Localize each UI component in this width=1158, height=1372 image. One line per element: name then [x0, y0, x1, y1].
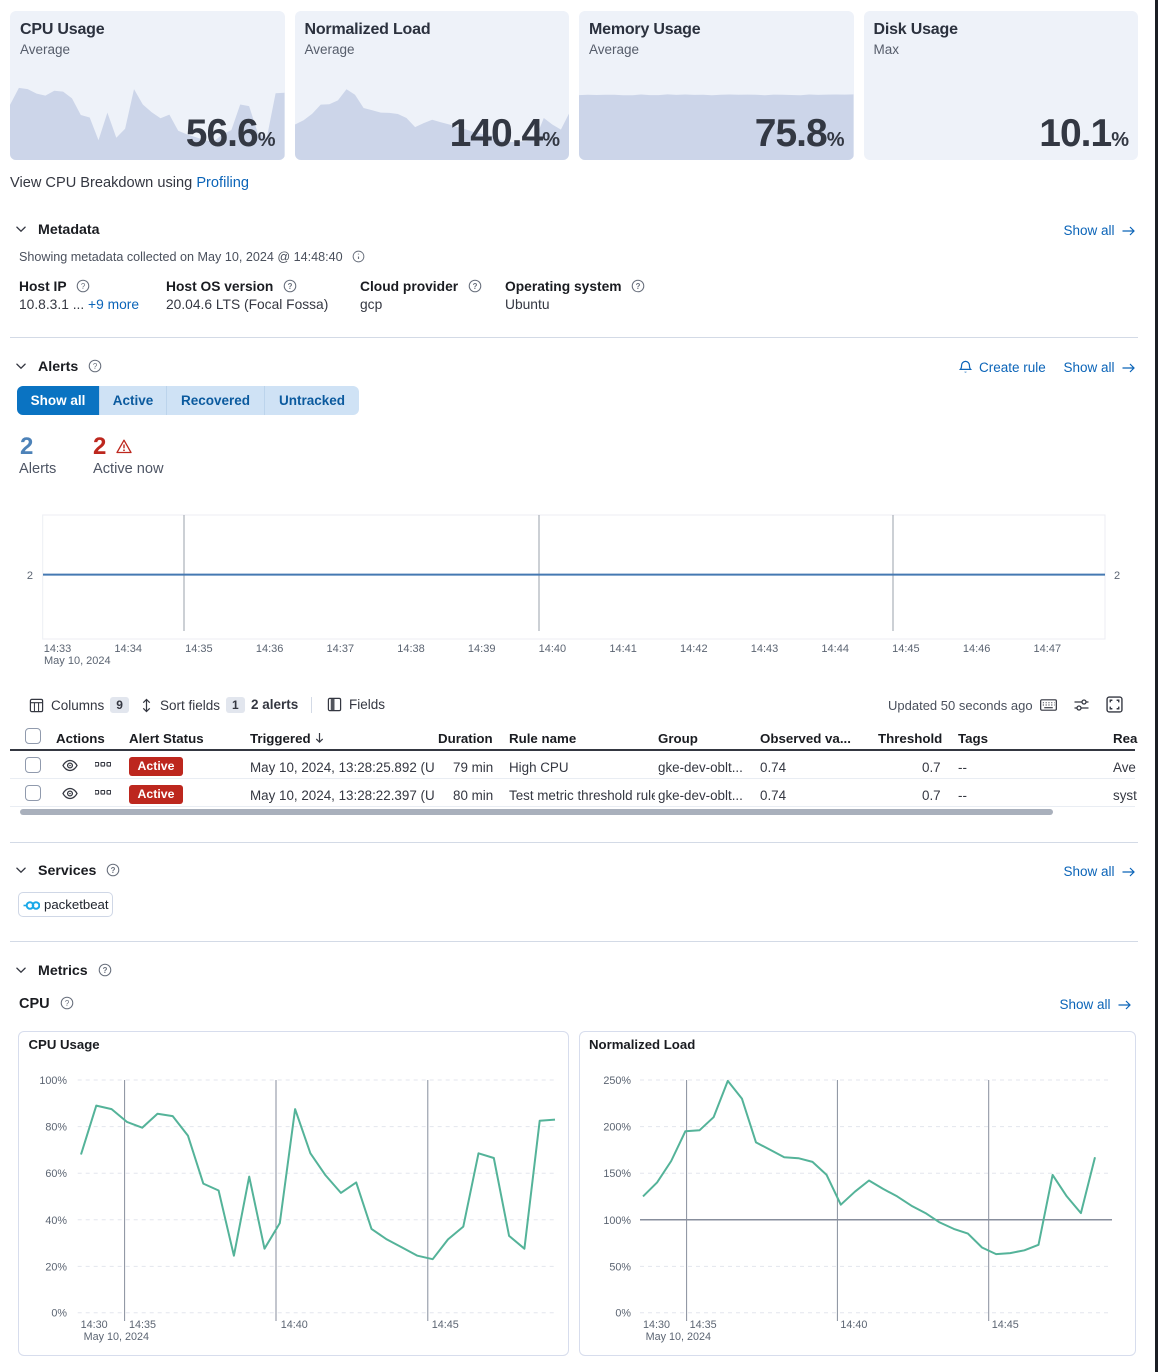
svg-text:100%: 100%: [39, 1075, 67, 1087]
svg-text:14:45: 14:45: [992, 1319, 1019, 1331]
svg-text:?: ?: [473, 282, 478, 291]
svg-text:14:35: 14:35: [690, 1319, 717, 1331]
svg-text:100%: 100%: [603, 1215, 631, 1227]
svg-text:150%: 150%: [603, 1168, 631, 1180]
svg-text:May 10, 2024: May 10, 2024: [84, 1331, 149, 1343]
svg-text:40%: 40%: [45, 1215, 67, 1227]
svg-text:250%: 250%: [603, 1075, 631, 1087]
svg-text:?: ?: [64, 999, 69, 1008]
svg-text:0%: 0%: [51, 1308, 67, 1320]
svg-text:14:30: 14:30: [643, 1319, 670, 1331]
svg-text:?: ?: [636, 282, 641, 291]
svg-text:?: ?: [93, 362, 98, 371]
svg-text:50%: 50%: [609, 1261, 631, 1273]
svg-text:?: ?: [102, 966, 107, 975]
svg-text:14:35: 14:35: [129, 1319, 156, 1331]
svg-text:May 10, 2024: May 10, 2024: [646, 1331, 711, 1343]
svg-text:14:40: 14:40: [281, 1319, 308, 1331]
svg-text:14:40: 14:40: [840, 1319, 867, 1331]
svg-text:2: 2: [27, 570, 33, 582]
svg-text:200%: 200%: [603, 1122, 631, 1134]
svg-text:?: ?: [288, 282, 293, 291]
svg-text:60%: 60%: [45, 1168, 67, 1180]
svg-text:?: ?: [81, 282, 86, 291]
svg-text:0%: 0%: [615, 1308, 631, 1320]
svg-text:2: 2: [1114, 570, 1120, 582]
svg-text:14:45: 14:45: [432, 1319, 459, 1331]
svg-text:?: ?: [111, 866, 116, 875]
svg-text:14:30: 14:30: [81, 1319, 108, 1331]
svg-text:80%: 80%: [45, 1122, 67, 1134]
svg-text:20%: 20%: [45, 1261, 67, 1273]
